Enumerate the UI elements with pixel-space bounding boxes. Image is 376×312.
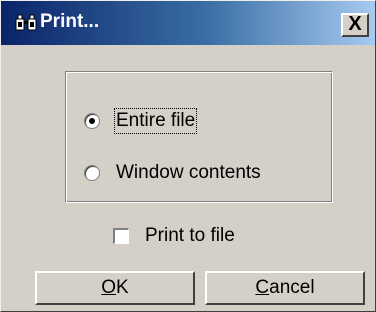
ok-label-rest: K [116, 277, 129, 298]
print-to-file-checkbox[interactable] [113, 228, 129, 244]
radio-label-entire-file[interactable]: Entire file [113, 108, 198, 134]
print-to-file-checkbox-row[interactable]: Print to file [113, 223, 235, 249]
title-bar[interactable]: Print... X [1, 1, 375, 45]
radio-button-unselected[interactable] [84, 165, 100, 181]
dialog-title: Print... [40, 11, 100, 32]
print-range-group: Entire file Window contents [65, 71, 333, 203]
radio-entire-file[interactable]: Entire file [84, 108, 198, 134]
radio-button-selected[interactable] [84, 113, 100, 129]
cancel-mnemonic: C [255, 277, 270, 298]
close-icon: X [348, 13, 362, 35]
close-button[interactable]: X [341, 13, 369, 37]
ok-mnemonic: O [101, 277, 117, 298]
cancel-label-rest: ancel [269, 277, 315, 298]
radio-dot [89, 118, 95, 124]
radio-window-contents[interactable]: Window contents [84, 160, 261, 186]
print-to-file-label[interactable]: Print to file [145, 225, 235, 247]
cancel-button[interactable]: Cancel [205, 271, 365, 305]
ok-button[interactable]: OK [35, 271, 195, 305]
print-dialog: Print... X Entire file Window contents P… [0, 0, 376, 312]
binoculars-icon [15, 14, 37, 32]
radio-label-window-contents[interactable]: Window contents [116, 162, 261, 184]
